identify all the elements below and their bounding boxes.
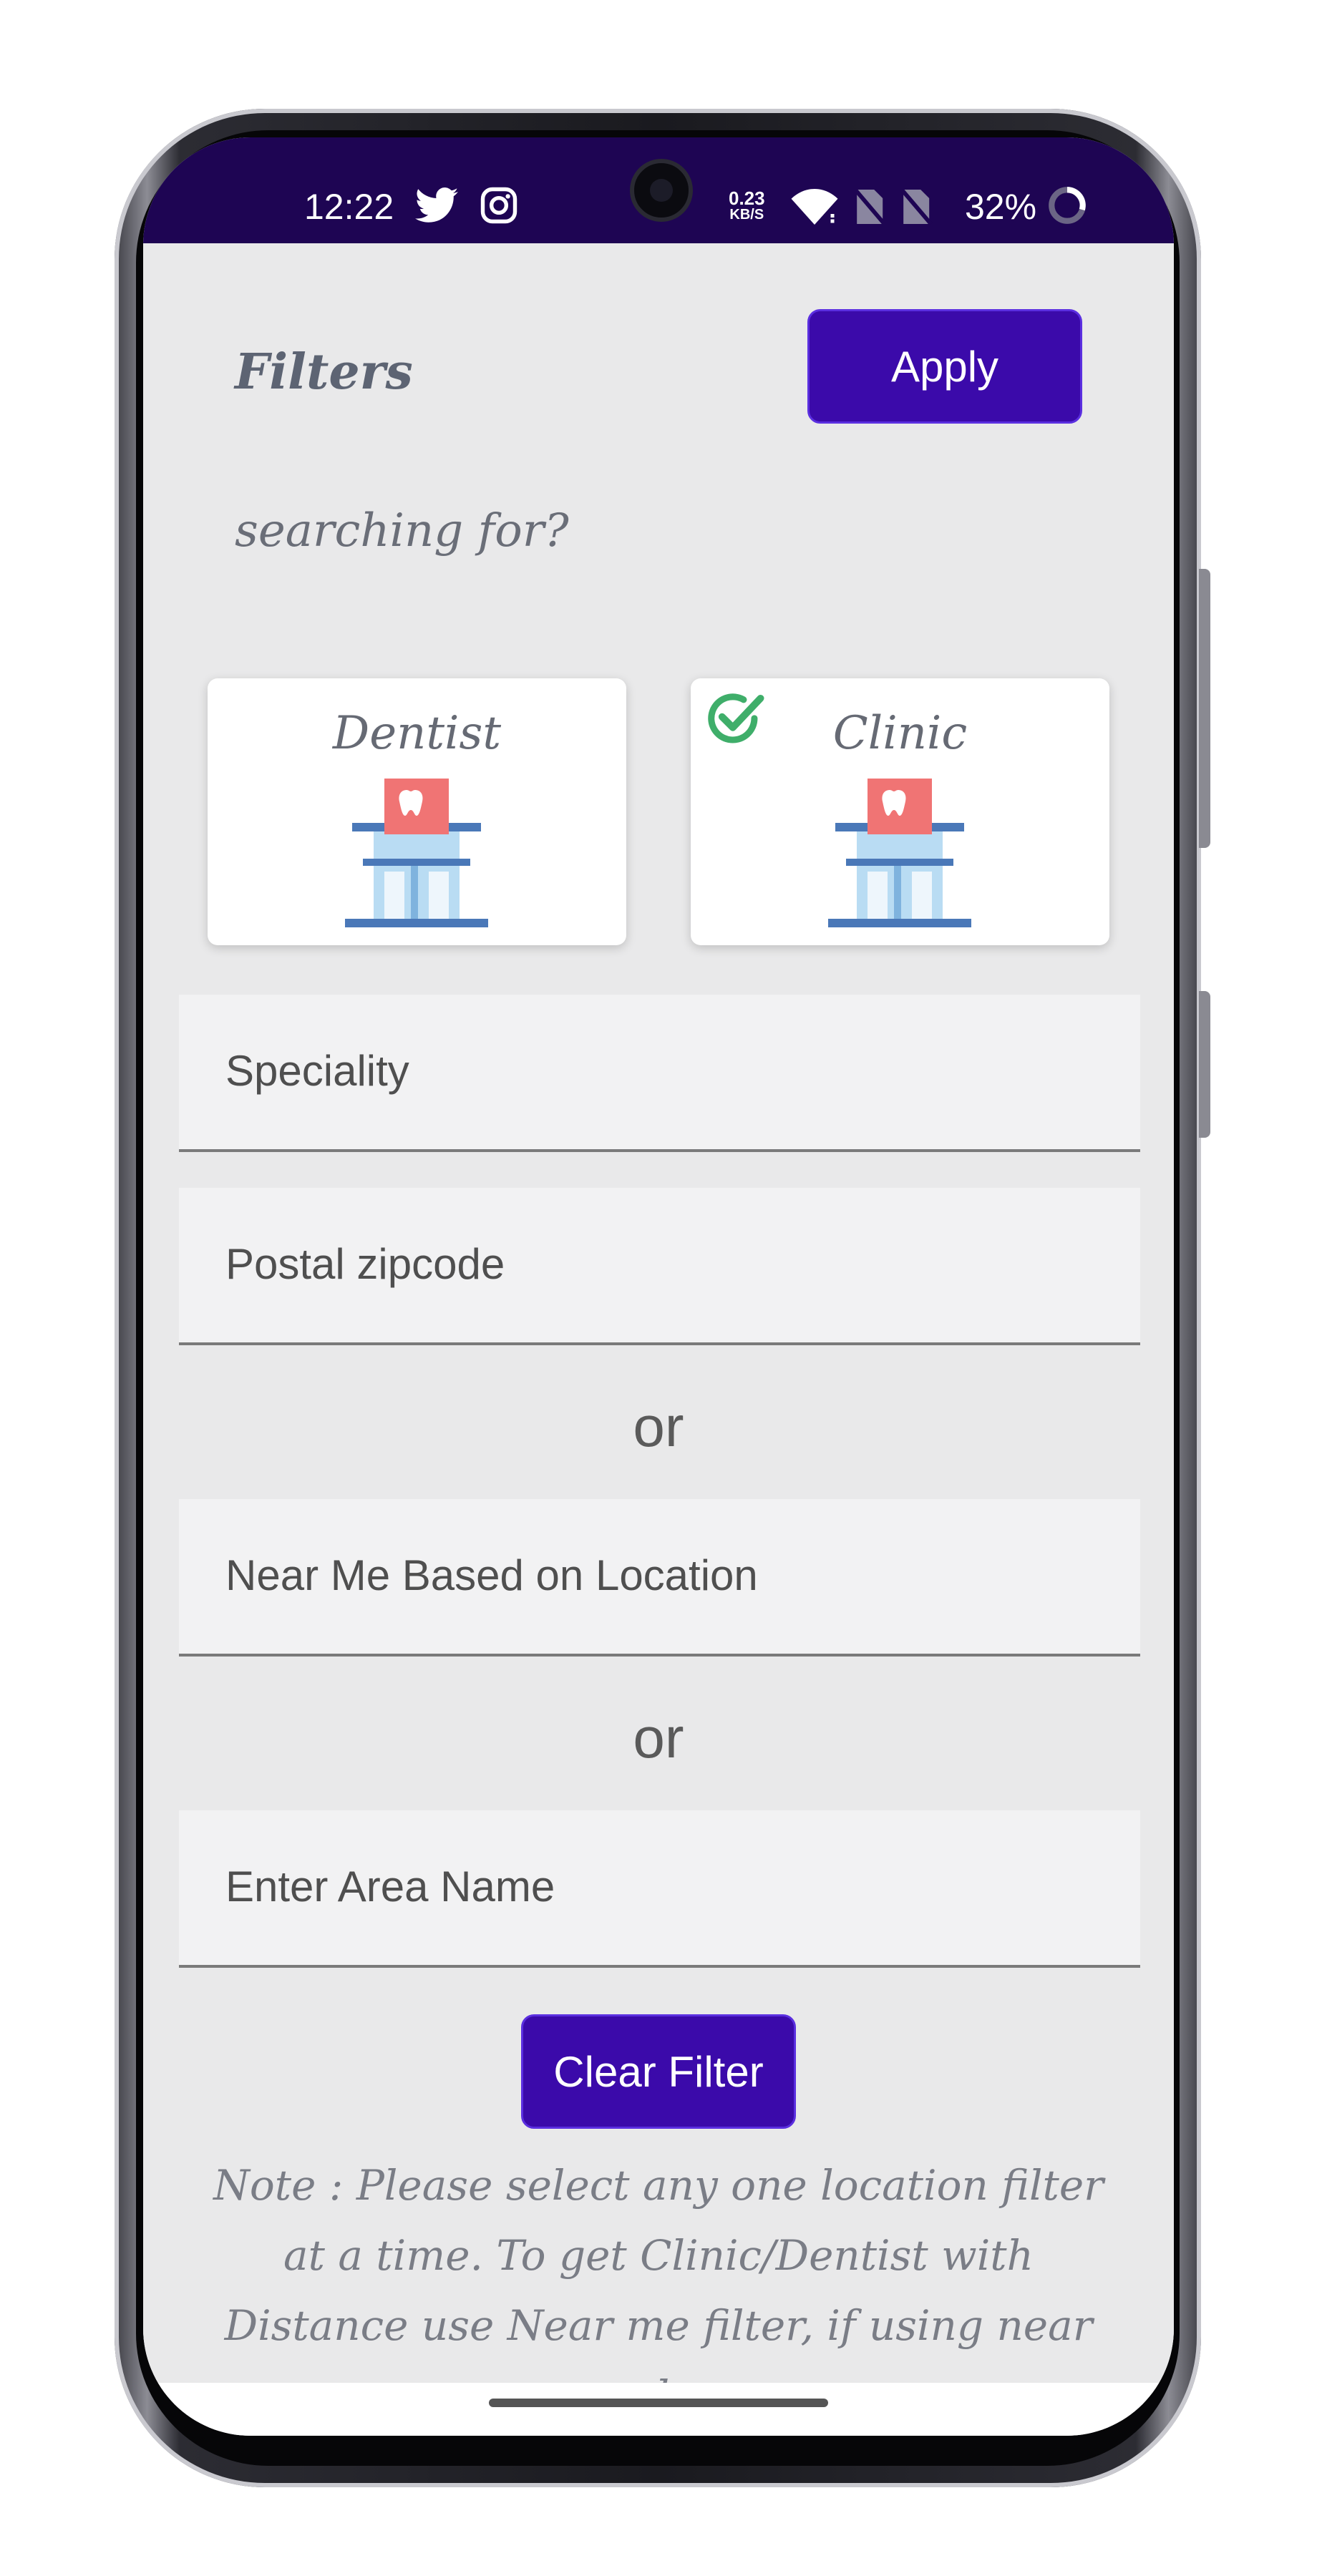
no-sim-icon	[900, 189, 933, 225]
network-speed: 0.23 KB/S	[729, 189, 765, 222]
or-divider: or	[633, 1395, 684, 1458]
navigation-bar	[143, 2383, 1174, 2436]
dental-clinic-building-icon	[828, 779, 971, 927]
battery-level: 32%	[965, 187, 1037, 227]
front-camera	[630, 159, 693, 222]
speed-unit: KB/S	[729, 207, 764, 223]
status-time: 12:22	[304, 187, 394, 227]
search-prompt: searching for?	[235, 504, 569, 557]
postal-zipcode-field[interactable]: Postal zipcode	[179, 1188, 1140, 1345]
dental-clinic-building-icon	[345, 779, 488, 927]
page-title: Filters	[235, 343, 413, 401]
category-label: Clinic	[832, 707, 968, 760]
or-divider: or	[633, 1706, 684, 1770]
volume-button	[1199, 569, 1210, 848]
near-me-location-field[interactable]: Near Me Based on Location	[179, 1499, 1140, 1657]
instagram-icon	[480, 187, 517, 224]
speciality-field[interactable]: Speciality	[179, 995, 1140, 1152]
phone-screen: 12:22 0.23 KB/S 32% Filters Apply search…	[143, 137, 1174, 2436]
area-name-field[interactable]: Enter Area Name	[179, 1810, 1140, 1968]
near-me-placeholder: Near Me Based on Location	[225, 1551, 758, 1599]
apply-button[interactable]: Apply	[807, 309, 1082, 424]
category-card-dentist[interactable]: Dentist	[208, 678, 626, 945]
category-card-clinic[interactable]: Clinic	[691, 678, 1109, 945]
battery-ring-icon	[1049, 187, 1086, 224]
status-bar: 12:22 0.23 KB/S 32%	[143, 137, 1174, 243]
clear-filter-button[interactable]: Clear Filter	[521, 2014, 796, 2129]
wifi-icon	[791, 189, 838, 225]
speed-value: 0.23	[729, 187, 765, 209]
filters-screen: Filters Apply searching for? Dentist Cli…	[143, 243, 1174, 2420]
postal-zipcode-placeholder: Postal zipcode	[225, 1240, 505, 1288]
speciality-placeholder: Speciality	[225, 1047, 409, 1095]
home-gesture-bar[interactable]	[489, 2399, 828, 2407]
area-name-placeholder: Enter Area Name	[225, 1863, 555, 1911]
category-label: Dentist	[332, 707, 502, 760]
power-button	[1199, 991, 1210, 1138]
twitter-icon	[415, 187, 458, 223]
no-sim-icon	[853, 189, 886, 225]
